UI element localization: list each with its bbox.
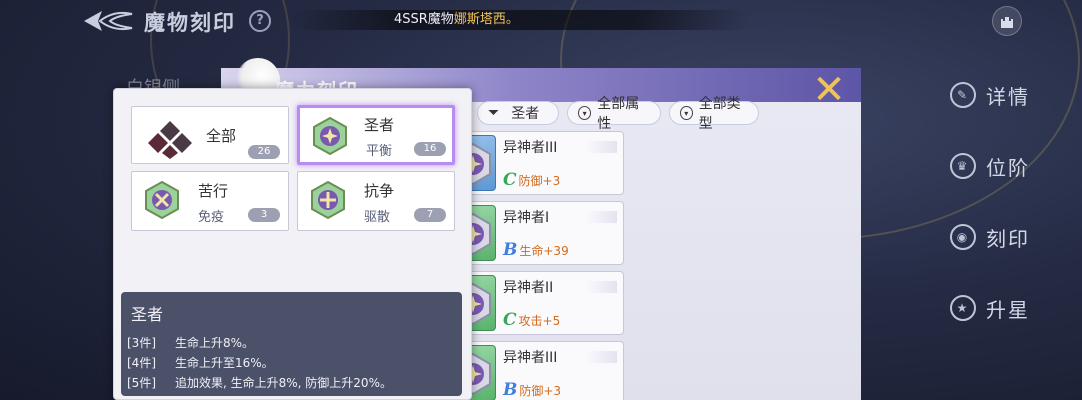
side-menu-label: 详情 [986,84,1030,109]
chevron-down-icon: ▾ [578,106,592,120]
top-bar: 魔物刻印 ? 4SSR魔物娜斯塔西。 [0,0,1082,44]
seal-stat: C防御+3 [503,170,560,190]
announcement-marquee: 4SSR魔物娜斯塔西。 [290,10,750,30]
star-icon: ★ [950,295,976,321]
tooltip-line-value: 追加效果, 生命上升8%, 防御上升20%。 [175,376,392,390]
card-deco [585,281,617,293]
side-menu-rank[interactable]: ♛ 位阶 [950,143,1070,189]
card-deco [585,351,617,363]
set-count: 3 [248,208,280,222]
tooltip-line-key: [5件] [127,376,156,390]
side-menu-star[interactable]: ★ 升星 [950,285,1070,331]
seal-name: 异神者III [503,140,558,156]
card-deco [585,141,617,153]
set-count: 7 [414,208,446,222]
side-menu: ✎ 详情 ♛ 位阶 ◉ 刻印 ★ 升星 [950,72,1070,356]
set-button-saint[interactable]: 圣者 平衡 16 [297,105,455,165]
set-name: 抗争 [364,182,395,200]
side-menu-seal[interactable]: ◉ 刻印 [950,214,1070,260]
diamond-set-icon [148,121,192,159]
stat-value: 攻击+5 [518,313,561,328]
filter-label: 全部类型 [698,96,741,132]
grade-badge: C [503,310,517,330]
tooltip-title: 圣者 [131,305,164,324]
seal-icon: ◉ [950,224,976,250]
ascetic-emblem-icon [145,180,179,220]
set-name: 苦行 [198,182,229,200]
seal-stat: C攻击+5 [503,310,560,330]
set-button-ascetic[interactable]: 苦行 免疫 3 [131,171,289,231]
seal-stat: B 防御+3 [503,380,561,400]
stat-value: 防御+3 [519,383,562,398]
filter-set[interactable]: ⏷ 圣者 [477,101,559,125]
seal-name: 异神者II [503,280,554,296]
stat-value: 生命+39 [519,243,569,258]
grade-badge: C [503,170,517,190]
page-title: 魔物刻印 [144,10,236,35]
set-effect-tooltip: 圣者 [3件] 生命上升8%。 [4件] 生命上升至16%。 [5件] 追加效果… [121,292,462,396]
rank-icon: ♛ [950,153,976,179]
detail-icon: ✎ [950,82,976,108]
filter-attribute[interactable]: ▾ 全部属性 [567,96,661,132]
set-button-all[interactable]: 全部 26 [131,106,289,164]
tooltip-line-key: [4件] [127,356,156,370]
seal-name: 异神者I [503,210,550,226]
filter-label: 全部属性 [597,96,640,132]
set-name: 圣者 [364,116,395,134]
stat-value: 防御+3 [518,173,561,188]
side-menu-label: 刻印 [986,226,1030,251]
set-effect: 平衡 [366,144,393,159]
side-menu-label: 升星 [986,297,1030,322]
card-deco [585,211,617,223]
castle-icon[interactable] [992,6,1022,36]
tooltip-line: [4件] 生命上升至16%。 [127,354,274,371]
help-icon[interactable]: ? [249,10,271,32]
filter-label: 圣者 [511,106,540,122]
seal-name: 异神者III [503,350,558,366]
marquee-highlight: 娜斯塔西。 [453,12,519,27]
tooltip-line: [5件] 追加效果, 生命上升8%, 防御上升20%。 [127,374,392,391]
set-effect: 免疫 [198,210,225,225]
tooltip-line-value: 生命上升至16%。 [175,356,274,370]
filter-funnel-icon: ⏷ [488,105,500,121]
set-count: 26 [248,145,280,159]
back-button[interactable] [80,8,136,34]
seal-stat: B 生命+39 [503,240,569,260]
set-button-resist[interactable]: 抗争 驱散 7 [297,171,455,231]
set-effect: 驱散 [364,210,391,225]
close-button[interactable]: ✕ [809,70,849,110]
side-menu-label: 位阶 [986,155,1030,180]
set-count: 16 [414,142,446,156]
chevron-down-icon: ▾ [680,106,693,120]
tooltip-line-value: 生命上升8%。 [175,336,255,350]
marquee-prefix: 4SSR魔物 [394,12,454,27]
set-name: 全部 [206,127,237,145]
grade-badge: B [503,380,518,400]
saint-emblem-icon [313,116,347,156]
grade-badge: B [503,240,518,260]
filter-type[interactable]: ▾ 全部类型 [669,96,759,132]
resist-emblem-icon [311,180,345,220]
back-arrow-icon [84,11,133,31]
side-menu-detail[interactable]: ✎ 详情 [950,72,1070,118]
tooltip-line: [3件] 生命上升8%。 [127,334,254,351]
tooltip-line-key: [3件] [127,336,156,350]
